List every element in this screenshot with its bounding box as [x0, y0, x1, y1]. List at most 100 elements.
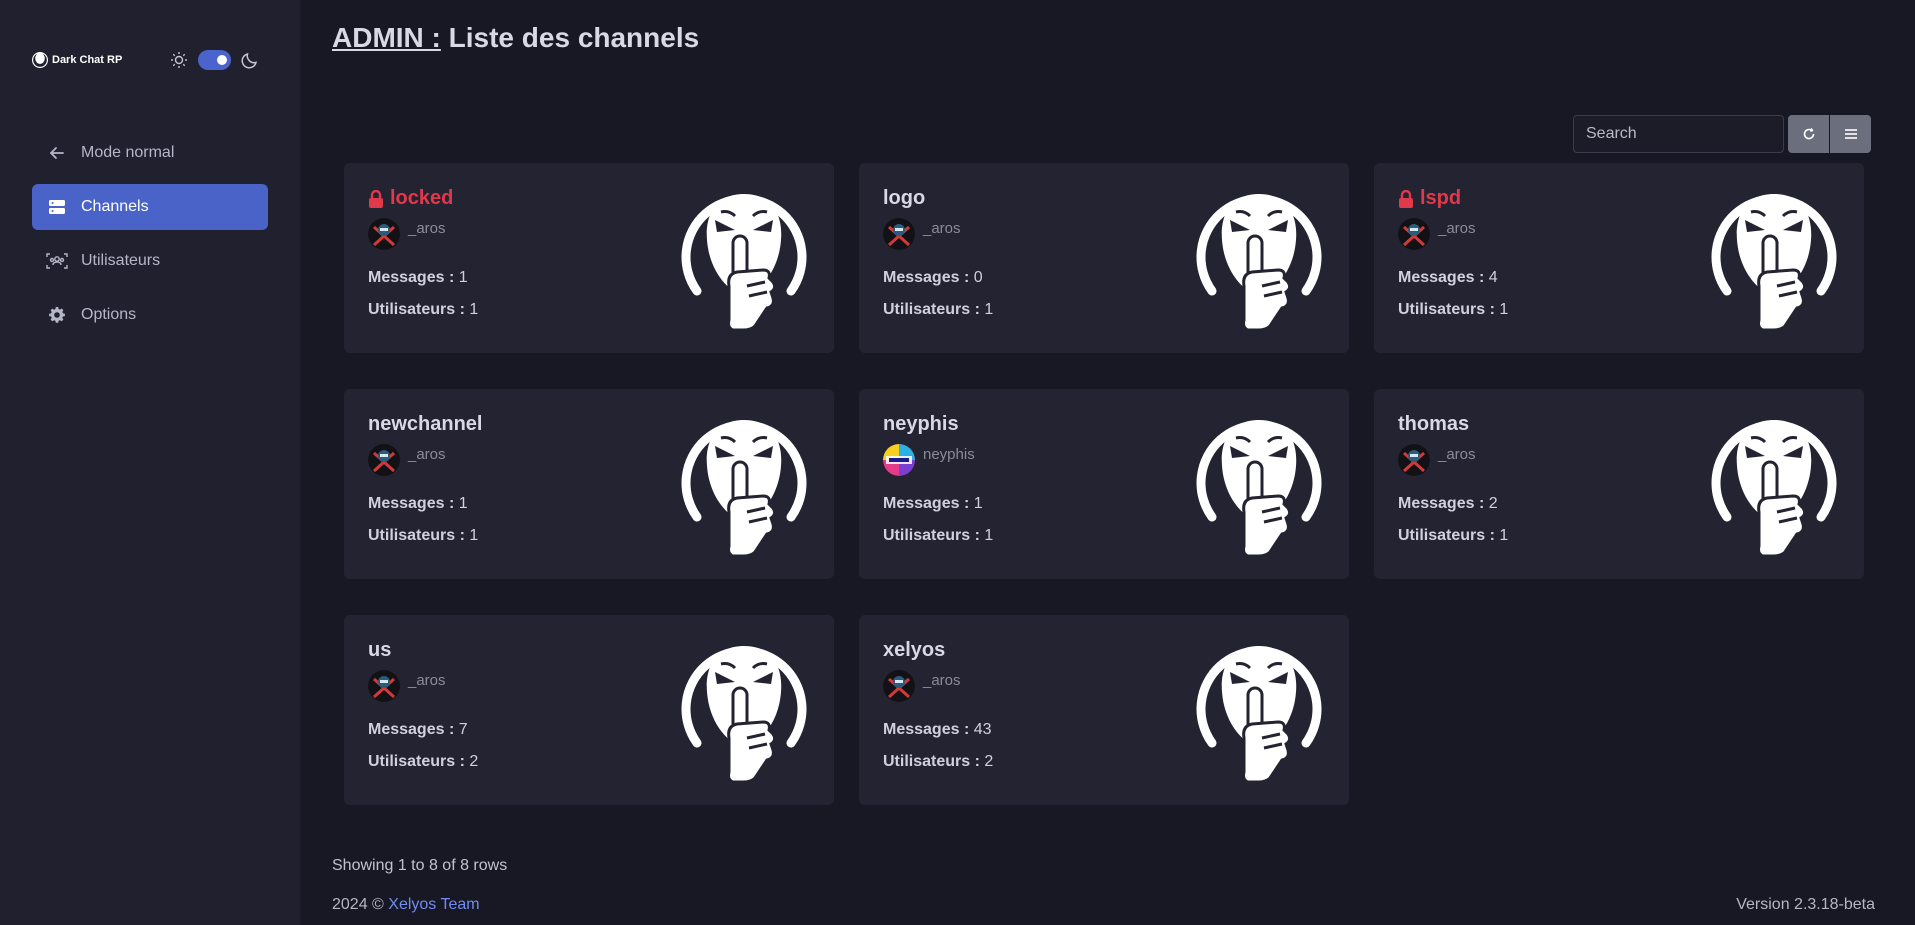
users-count: Utilisateurs : 1 — [883, 527, 993, 545]
messages-count: Messages : 4 — [1398, 269, 1498, 287]
sidebar-item-label: Mode normal — [81, 144, 175, 161]
channel-name: us — [368, 639, 391, 662]
refresh-button[interactable] — [1788, 115, 1829, 153]
messages-count: Messages : 1 — [368, 269, 468, 287]
channel-card[interactable]: us _aros Messages : 7 Utilisateurs : 2 — [344, 615, 834, 805]
channel-card[interactable]: lspd _aros Messages : 4 Utilisateurs : 1 — [1374, 163, 1864, 353]
messages-count: Messages : 43 — [883, 721, 992, 739]
users-count: Utilisateurs : 2 — [368, 753, 478, 771]
channel-name-text: thomas — [1398, 413, 1470, 435]
messages-label: Messages : — [368, 269, 455, 286]
sidebar-item-options[interactable]: Options — [32, 292, 268, 338]
users-count: Utilisateurs : 1 — [1398, 301, 1508, 319]
avatar — [368, 670, 400, 702]
channel-logo-icon — [1707, 412, 1841, 558]
owner-name: _aros — [923, 672, 961, 689]
channel-name: thomas — [1398, 413, 1469, 436]
users-value: 2 — [984, 753, 994, 770]
users-value: 1 — [469, 527, 479, 544]
owner-name: _aros — [408, 672, 446, 689]
channel-owner: _aros — [1398, 444, 1476, 476]
messages-count: Messages : 0 — [883, 269, 983, 287]
users-value: 1 — [984, 301, 994, 318]
messages-value: 1 — [458, 495, 468, 512]
messages-value: 4 — [1488, 269, 1498, 286]
toggle-view-button[interactable] — [1830, 115, 1871, 153]
toolbar-button-group — [1788, 115, 1871, 153]
copyright: 2024 © Xelyos Team — [332, 896, 480, 914]
channel-card[interactable]: thomas _aros Messages : 2 Utilisateurs : 1 — [1374, 389, 1864, 579]
channel-name: neyphis — [883, 413, 959, 436]
channel-card[interactable]: newchannel _aros Messages : 1 Utilisateurs … — [344, 389, 834, 579]
avatar — [883, 670, 915, 702]
brand-name: Dark Chat RP — [52, 54, 123, 66]
owner-name: _aros — [408, 220, 446, 237]
admin-label[interactable]: ADMIN : — [332, 22, 441, 53]
users-label: Utilisateurs : — [1398, 527, 1495, 544]
lock-icon — [1398, 189, 1414, 208]
users-count: Utilisateurs : 1 — [368, 301, 478, 319]
users-label: Utilisateurs : — [883, 527, 980, 544]
channel-card[interactable]: locked _aros Messages : 1 Utilisateurs : 1 — [344, 163, 834, 353]
users-value: 2 — [469, 753, 479, 770]
channel-name: xelyos — [883, 639, 945, 662]
channel-card[interactable]: xelyos _aros Messages : 43 Utilisateurs : 2 — [859, 615, 1349, 805]
gear-icon — [47, 307, 67, 323]
brand[interactable]: Dark Chat RP — [32, 48, 122, 72]
messages-value: 43 — [973, 721, 992, 738]
sidebar-item-utilisateurs[interactable]: Utilisateurs — [32, 238, 268, 284]
page-title: ADMIN : Liste des channels — [332, 22, 699, 54]
sidebar-item-label: Options — [81, 306, 137, 323]
messages-label: Messages : — [1398, 495, 1485, 512]
version-label: Version 2.3.18-beta — [1736, 896, 1875, 913]
lock-icon — [368, 189, 384, 208]
channel-card[interactable]: logo _aros Messages : 0 Utilisateurs : 1 — [859, 163, 1349, 353]
channel-card[interactable]: neyphis neyphis Messages : 1 Utilisateurs :… — [859, 389, 1349, 579]
avatar — [883, 444, 915, 476]
messages-label: Messages : — [883, 721, 970, 738]
messages-value: 1 — [458, 269, 468, 286]
channel-owner: _aros — [883, 670, 961, 702]
avatar — [368, 444, 400, 476]
sidebar-item-channels[interactable]: Channels — [32, 184, 268, 230]
users-label: Utilisateurs : — [368, 527, 465, 544]
messages-count: Messages : 2 — [1398, 495, 1498, 513]
channel-name-text: locked — [390, 187, 454, 209]
channel-owner: _aros — [368, 218, 446, 250]
users-label: Utilisateurs : — [1398, 301, 1495, 318]
search-input[interactable] — [1573, 115, 1784, 153]
channel-owner: _aros — [368, 444, 446, 476]
channel-owner: neyphis — [883, 444, 975, 476]
avatar — [368, 218, 400, 250]
dark-mode-toggle[interactable] — [198, 50, 231, 70]
owner-name: _aros — [1438, 220, 1476, 237]
theme-switch — [170, 49, 259, 71]
sidebar-item-label: Utilisateurs — [81, 252, 161, 269]
channel-logo-icon — [1707, 186, 1841, 332]
sidebar-item-mode-normal[interactable]: Mode normal — [32, 130, 268, 176]
arrow-left-icon — [47, 145, 67, 161]
avatar — [1398, 218, 1430, 250]
users-value: 1 — [1499, 527, 1509, 544]
channel-name-text: xelyos — [883, 639, 946, 661]
users-value: 1 — [469, 301, 479, 318]
channel-name-text: neyphis — [883, 413, 959, 435]
pagination-info: Showing 1 to 8 of 8 rows — [332, 857, 508, 874]
channel-owner: _aros — [1398, 218, 1476, 250]
users-label: Utilisateurs : — [368, 301, 465, 318]
users-value: 1 — [984, 527, 994, 544]
users-count: Utilisateurs : 1 — [368, 527, 478, 545]
channel-name: newchannel — [368, 413, 482, 436]
channel-name: locked — [368, 187, 453, 210]
channel-logo-icon — [677, 638, 811, 784]
channel-name: lspd — [1398, 187, 1461, 210]
messages-label: Messages : — [368, 721, 455, 738]
messages-value: 1 — [973, 495, 983, 512]
owner-name: neyphis — [923, 446, 975, 463]
refresh-icon — [1803, 128, 1814, 140]
users-count: Utilisateurs : 2 — [883, 753, 993, 771]
messages-label: Messages : — [883, 269, 970, 286]
channel-name-text: logo — [883, 187, 926, 209]
messages-value: 0 — [973, 269, 983, 286]
team-link[interactable]: Xelyos Team — [388, 896, 479, 913]
